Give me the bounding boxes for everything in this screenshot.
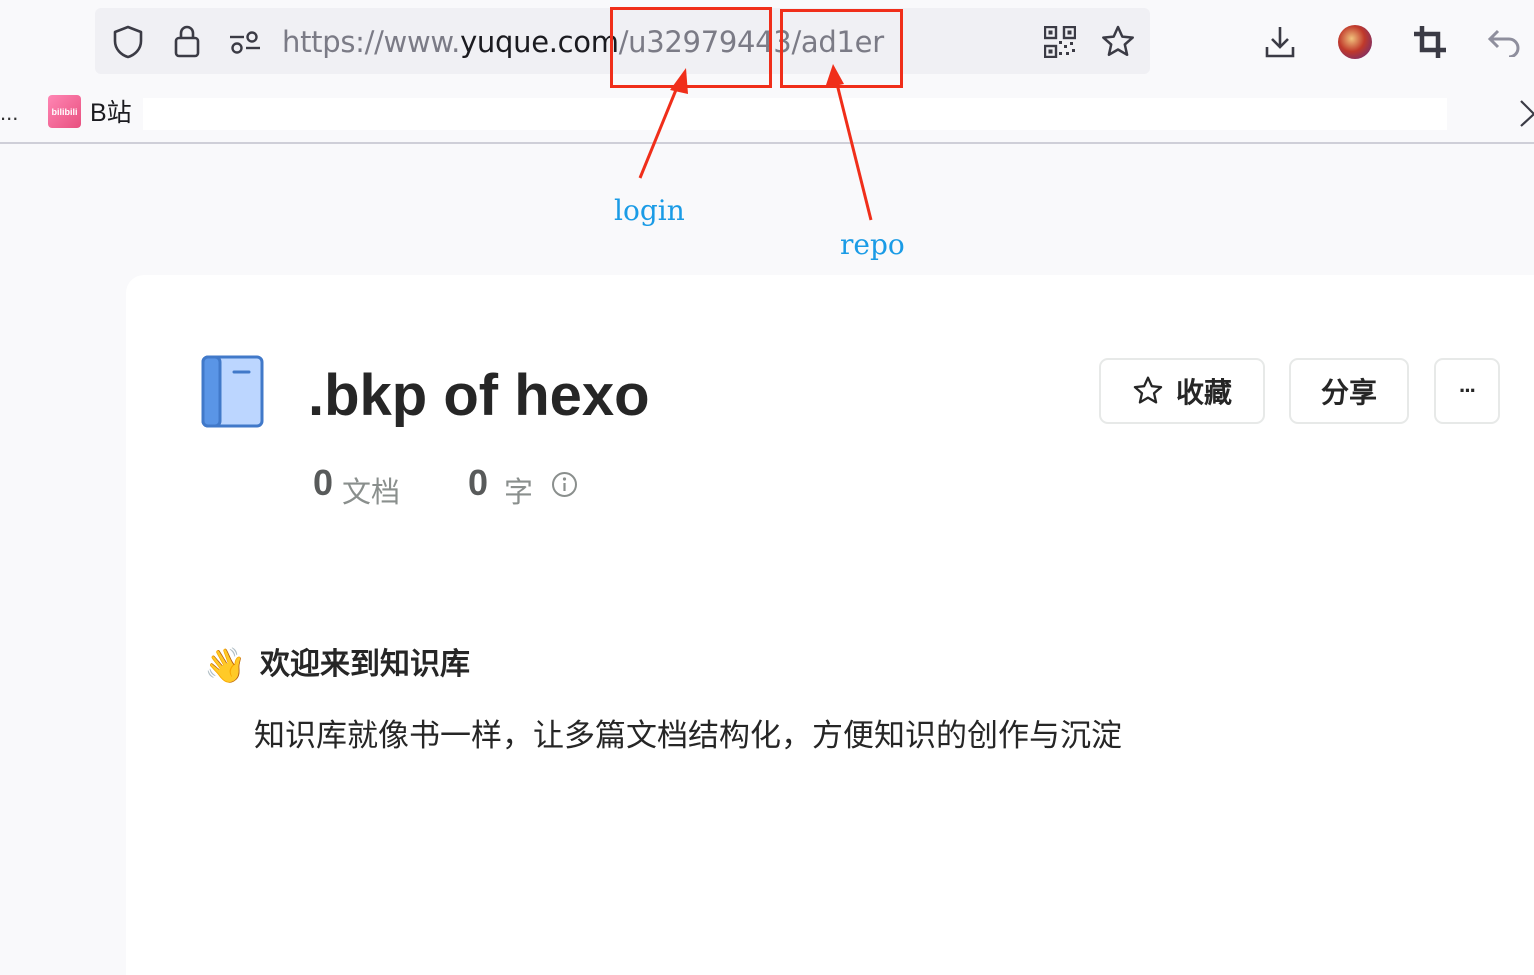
- bookmark-star-icon[interactable]: [1099, 23, 1137, 61]
- docs-count: 0: [313, 462, 334, 503]
- welcome-description: 知识库就像书一样，让多篇文档结构化，方便知识的创作与沉淀: [254, 718, 1122, 753]
- words-count: 0: [468, 462, 489, 503]
- bookmarks-overflow-button[interactable]: ...: [0, 100, 18, 126]
- crop-icon[interactable]: [1411, 23, 1449, 61]
- lock-icon[interactable]: [170, 22, 204, 60]
- star-repo-button[interactable]: 收藏: [1099, 358, 1265, 424]
- qr-code-icon[interactable]: [1042, 24, 1078, 60]
- star-button-label: 收藏: [1175, 377, 1232, 408]
- bookmark-bilibili[interactable]: B站: [90, 98, 132, 128]
- book-icon: [201, 355, 265, 434]
- words-label: 字: [504, 477, 534, 509]
- share-button-label: 分享: [1320, 377, 1377, 408]
- url-prefix: https://www.: [282, 25, 461, 59]
- close-icon[interactable]: [1518, 98, 1534, 133]
- info-icon[interactable]: [551, 471, 578, 503]
- undo-icon[interactable]: [1486, 26, 1522, 58]
- docs-label: 文档: [342, 477, 401, 509]
- welcome-title: 欢迎来到知识库: [260, 648, 470, 681]
- login-arrowhead: [670, 68, 688, 94]
- share-button[interactable]: 分享: [1289, 358, 1409, 424]
- url-host: yuque.com: [460, 25, 619, 59]
- bilibili-icon[interactable]: bilibili: [48, 95, 81, 128]
- download-icon[interactable]: [1262, 24, 1298, 60]
- more-button[interactable]: ···: [1434, 358, 1500, 424]
- permissions-icon[interactable]: [227, 26, 263, 58]
- repo-arrowhead: [825, 64, 844, 88]
- avatar[interactable]: [1338, 25, 1372, 59]
- waving-hand-icon: 👋: [204, 647, 247, 685]
- star-icon: [1133, 376, 1163, 404]
- login-annotation-label: login: [614, 194, 685, 227]
- more-icon: ···: [1459, 378, 1477, 403]
- repo-annotation-label: repo: [840, 228, 905, 261]
- shield-icon[interactable]: [110, 24, 146, 60]
- repo-title: .bkp of hexo: [308, 363, 650, 428]
